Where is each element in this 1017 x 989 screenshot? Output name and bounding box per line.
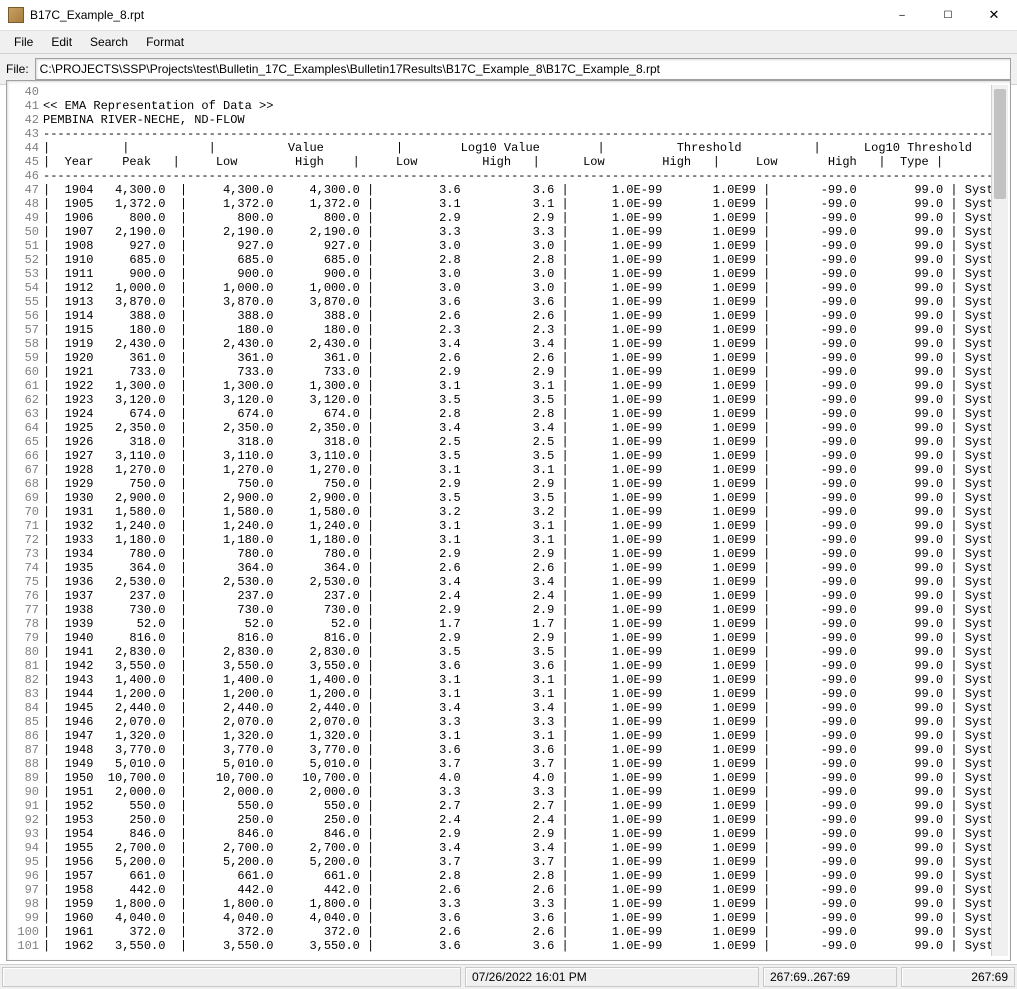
- window-title: B17C_Example_8.rpt: [30, 8, 879, 22]
- status-datetime: 07/26/2022 16:01 PM: [465, 967, 759, 987]
- app-icon: [8, 7, 24, 23]
- statusbar: 07/26/2022 16:01 PM 267:69..267:69 267:6…: [0, 964, 1017, 989]
- menubar: File Edit Search Format: [0, 31, 1017, 54]
- status-position: 267:69: [901, 967, 1015, 987]
- text-content[interactable]: << EMA Representation of Data >> PEMBINA…: [43, 85, 1006, 956]
- titlebar: B17C_Example_8.rpt – ☐ ✕: [0, 0, 1017, 31]
- editor-frame: 40 41 42 43 44 45 46 47 48 49 50 51 52 5…: [6, 80, 1011, 961]
- menu-file[interactable]: File: [6, 33, 41, 51]
- line-number-gutter: 40 41 42 43 44 45 46 47 48 49 50 51 52 5…: [11, 85, 43, 956]
- minimize-button[interactable]: –: [879, 0, 925, 30]
- menu-search[interactable]: Search: [82, 33, 136, 51]
- menu-edit[interactable]: Edit: [43, 33, 80, 51]
- maximize-button[interactable]: ☐: [925, 0, 971, 30]
- file-label: File:: [6, 62, 29, 76]
- scrollbar-thumb[interactable]: [994, 89, 1006, 199]
- text-editor[interactable]: 40 41 42 43 44 45 46 47 48 49 50 51 52 5…: [11, 85, 1006, 956]
- vertical-scrollbar[interactable]: [991, 85, 1008, 956]
- status-message: [2, 967, 461, 987]
- menu-format[interactable]: Format: [138, 33, 192, 51]
- close-button[interactable]: ✕: [971, 0, 1017, 30]
- status-selection: 267:69..267:69: [763, 967, 897, 987]
- file-path-input[interactable]: [35, 58, 1011, 80]
